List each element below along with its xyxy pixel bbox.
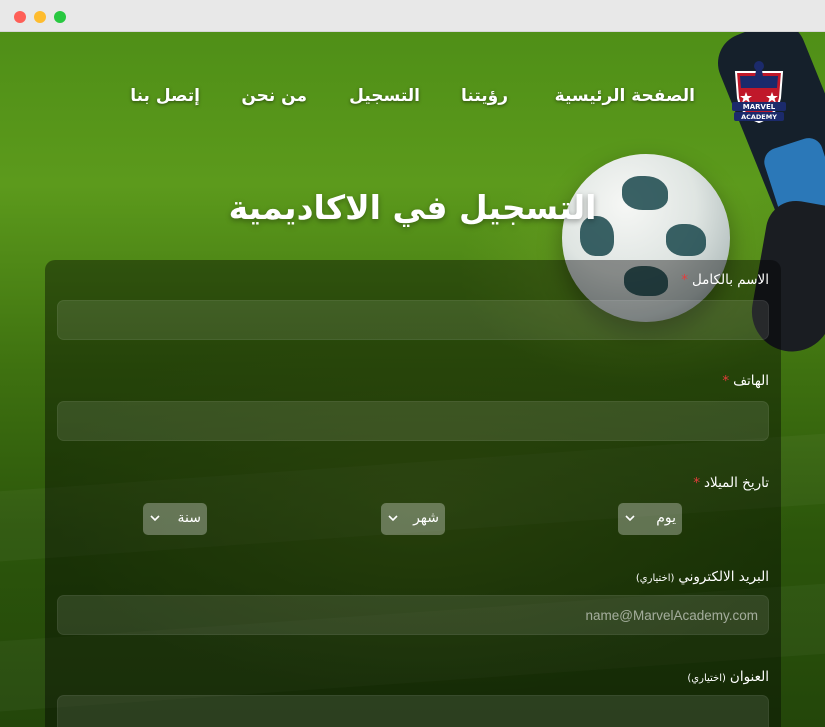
- full-name-label: الاسم بالكامل*: [681, 272, 769, 288]
- address-field[interactable]: [57, 695, 769, 727]
- chevron-down-icon: [625, 515, 635, 522]
- academy-crest-icon: MARVEL ACADEMY: [732, 61, 786, 124]
- academy-logo[interactable]: MARVEL ACADEMY: [728, 58, 790, 128]
- email-label: البريد الالكتروني(اختياري): [635, 569, 769, 585]
- svg-text:MARVEL: MARVEL: [743, 103, 776, 111]
- phone-label: الهاتف*: [722, 373, 769, 389]
- phone-field[interactable]: [57, 401, 769, 441]
- svg-text:ACADEMY: ACADEMY: [741, 113, 777, 121]
- browser-window: MARVEL ACADEMY الصفحة الرئيسية رؤيتنا ال…: [0, 0, 825, 727]
- minimize-window-button[interactable]: [34, 11, 46, 23]
- phone-input[interactable]: [58, 402, 768, 440]
- required-mark: *: [693, 475, 701, 491]
- birth-month-select[interactable]: شهر: [381, 503, 445, 535]
- nav-about[interactable]: من نحن: [241, 86, 307, 114]
- birth-date-label: تاريخ الميلاد*: [693, 475, 769, 491]
- nav-register[interactable]: التسجيل: [349, 86, 420, 114]
- page-viewport: MARVEL ACADEMY الصفحة الرئيسية رؤيتنا ال…: [0, 32, 825, 727]
- required-mark: *: [681, 272, 688, 288]
- email-input[interactable]: [58, 596, 768, 634]
- birth-year-select[interactable]: سنة: [143, 503, 207, 535]
- close-window-button[interactable]: [14, 11, 26, 23]
- full-name-input[interactable]: [58, 301, 768, 339]
- maximize-window-button[interactable]: [54, 11, 66, 23]
- address-input[interactable]: [58, 696, 768, 727]
- email-field[interactable]: [57, 595, 769, 635]
- chevron-down-icon: [150, 515, 160, 522]
- nav-vision[interactable]: رؤيتنا: [461, 86, 508, 114]
- nav-contact[interactable]: إتصل بنا: [130, 86, 200, 114]
- full-name-field[interactable]: [57, 300, 769, 340]
- page-title: التسجيل في الاكاديمية: [228, 188, 597, 227]
- birth-day-select[interactable]: يوم: [618, 503, 682, 535]
- nav-home[interactable]: الصفحة الرئيسية: [555, 86, 695, 114]
- optional-note: (اختياري): [635, 573, 675, 584]
- address-label: العنوان(اختياري): [687, 669, 769, 685]
- window-titlebar: [0, 0, 825, 32]
- registration-form: الاسم بالكامل* الهاتف* تاريخ الميلاد* يو…: [45, 260, 781, 727]
- optional-note: (اختياري): [687, 673, 726, 684]
- required-mark: *: [722, 373, 730, 389]
- chevron-down-icon: [388, 515, 398, 522]
